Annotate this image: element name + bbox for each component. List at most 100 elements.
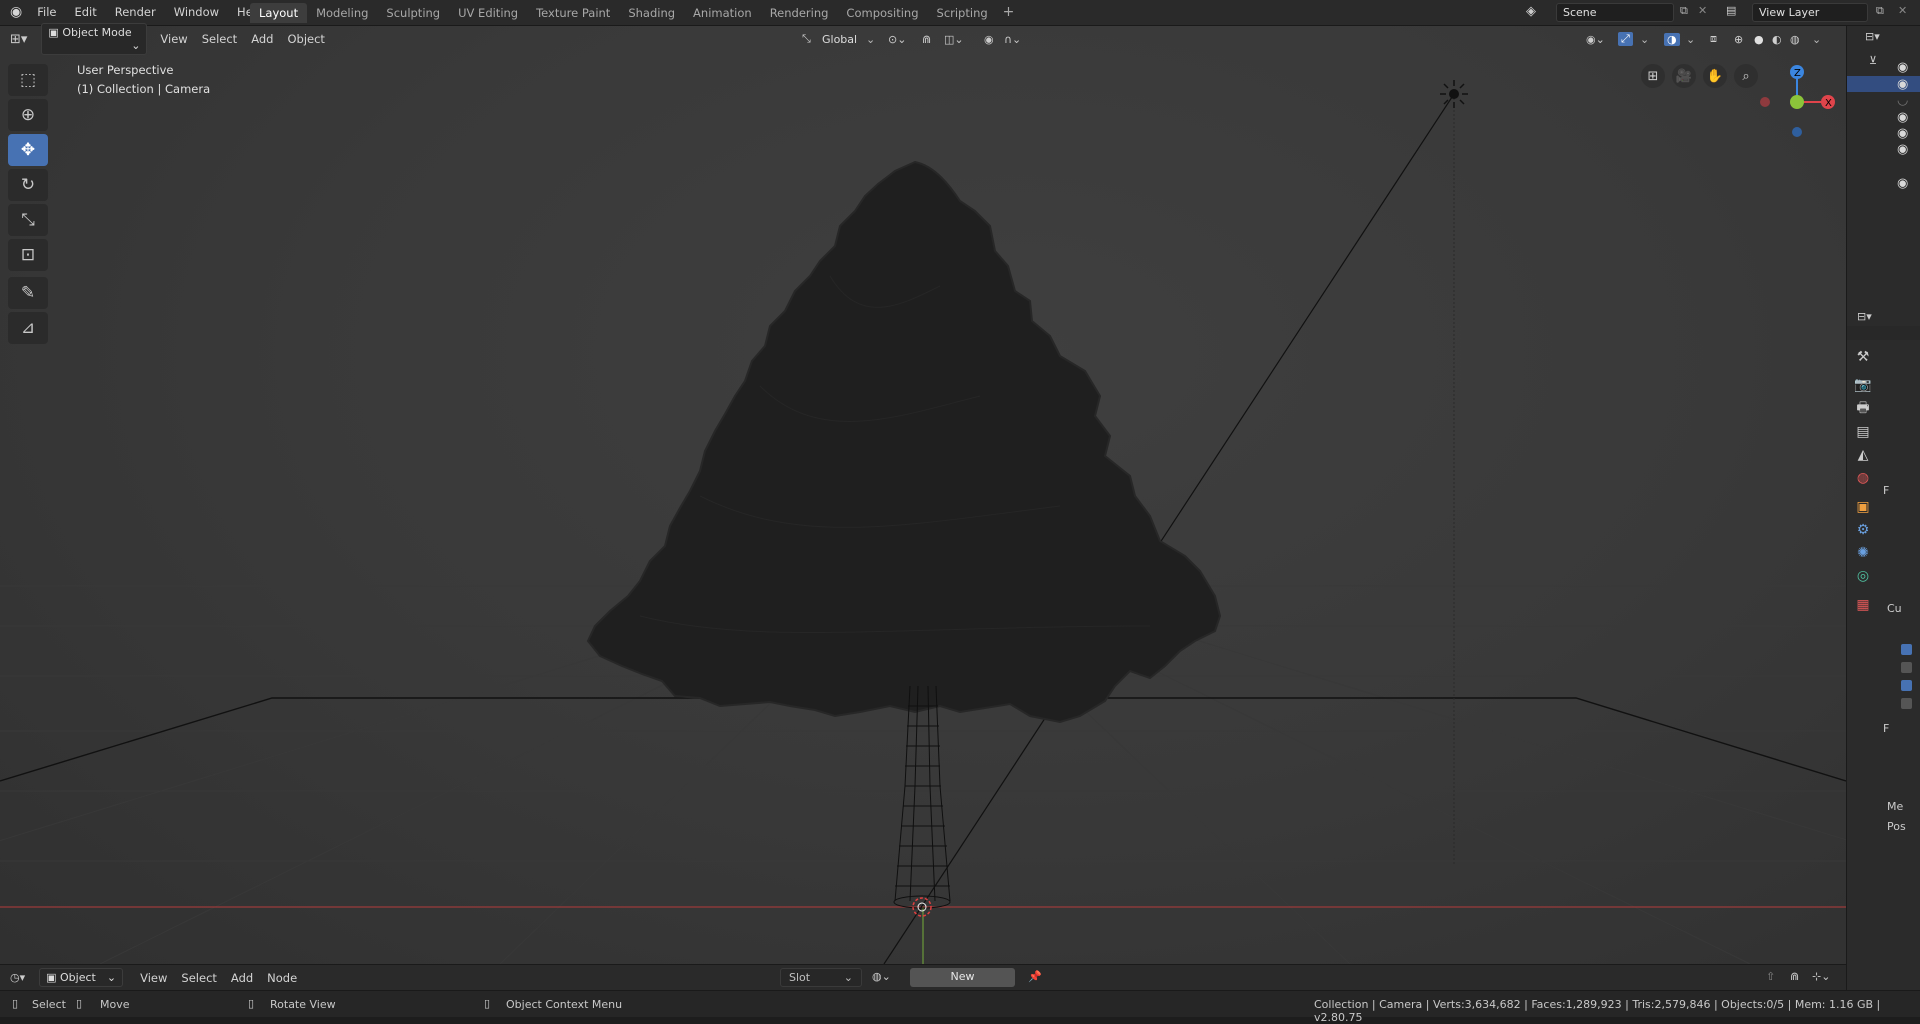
tool-properties-icon[interactable]: ⚒	[1851, 346, 1875, 368]
visibility-eye-hidden-icon[interactable]: ◡	[1897, 93, 1913, 109]
particles-properties-icon[interactable]: ✺	[1851, 542, 1875, 564]
gizmo-neg-x[interactable]	[1760, 97, 1770, 107]
select-box-tool-icon[interactable]: ⬚	[8, 64, 48, 96]
tab-compositing[interactable]: Compositing	[837, 3, 927, 23]
world-properties-icon[interactable]: ◍	[1851, 467, 1875, 489]
visibility-eye-icon[interactable]: ◉	[1897, 176, 1913, 192]
pine-tree-mesh[interactable]	[586, 160, 1222, 724]
shader-type-dropdown[interactable]: ▣ Object ⌄	[39, 968, 124, 987]
checkbox-checked[interactable]	[1901, 680, 1912, 691]
node-menu-add[interactable]: Add	[224, 971, 260, 985]
measure-tool-icon[interactable]: ⊿	[8, 312, 48, 344]
snap-mode-icon[interactable]: ⊹⌄	[1812, 970, 1830, 983]
shading-wireframe-icon[interactable]: ⊕	[1734, 33, 1743, 46]
panel-label-cu[interactable]: Cu	[1887, 602, 1902, 615]
view-layer-selector[interactable]: View Layer	[1752, 3, 1868, 22]
tab-layout[interactable]: Layout	[250, 3, 308, 23]
viewport-menu-add[interactable]: Add	[244, 32, 280, 46]
texture-properties-icon[interactable]: ▦	[1851, 594, 1875, 616]
parent-node-tree-icon[interactable]: ⇧	[1766, 970, 1775, 983]
blender-logo-icon[interactable]: ◉	[0, 4, 28, 20]
add-workspace-button[interactable]: +	[997, 3, 1021, 23]
editor-type-icon[interactable]: ⊞▾	[10, 32, 27, 47]
menu-window[interactable]: Window	[165, 5, 228, 19]
visibility-eye-icon[interactable]: ◉	[1897, 110, 1913, 126]
viewport-menu-object[interactable]: Object	[280, 32, 331, 46]
scene-selector[interactable]: Scene	[1556, 3, 1674, 22]
tab-rendering[interactable]: Rendering	[761, 3, 838, 23]
object-mode-dropdown[interactable]: ▣ Object Mode ⌄	[41, 23, 148, 55]
new-material-button[interactable]: New	[910, 968, 1015, 987]
tab-scripting[interactable]: Scripting	[928, 3, 997, 23]
tab-shading[interactable]: Shading	[619, 3, 684, 23]
falloff-icon[interactable]: ∩⌄	[1004, 33, 1021, 46]
tree-trunk-wireframe[interactable]	[893, 685, 951, 909]
visibility-icon[interactable]: ◉⌄	[1586, 33, 1605, 46]
overlay-toggle-icon[interactable]: ◑	[1664, 32, 1680, 46]
new-scene-icon[interactable]: ⧉	[1680, 4, 1688, 18]
pivot-point-icon[interactable]: ⊙⌄	[888, 33, 906, 46]
editor-type-icon[interactable]: ◷▾	[10, 971, 25, 984]
shading-solid-icon[interactable]: ●	[1754, 33, 1764, 46]
properties-panel[interactable]: ⊟▾ ⚒ 📷 🖶 ▤ ◭ ◍ ▣ ⚙ ✺ ◎ ▦ F F Cu Me Pos	[1847, 310, 1920, 990]
scene-icon[interactable]: ◈	[1526, 4, 1536, 19]
view-layer-properties-icon[interactable]: ▤	[1851, 421, 1875, 443]
gizmo-neg-z[interactable]	[1792, 127, 1802, 137]
proportional-edit-icon[interactable]: ◉	[984, 33, 994, 46]
scale-tool-icon[interactable]: ⤡	[8, 204, 48, 236]
node-menu-select[interactable]: Select	[174, 971, 223, 985]
menu-file[interactable]: File	[28, 5, 65, 19]
snap-icon[interactable]: ⋒	[1790, 970, 1799, 983]
shading-material-icon[interactable]: ◐	[1772, 33, 1782, 46]
material-browse-icon[interactable]: ◍⌄	[872, 970, 891, 983]
rotate-tool-icon[interactable]: ↻	[8, 169, 48, 201]
panel-label-me[interactable]: Me	[1887, 800, 1903, 813]
visibility-eye-icon[interactable]: ◉	[1897, 60, 1913, 76]
menu-render[interactable]: Render	[106, 5, 165, 19]
checkbox-checked[interactable]	[1901, 644, 1912, 655]
object-properties-icon[interactable]: ▣	[1851, 496, 1875, 518]
render-properties-icon[interactable]: 📷	[1851, 374, 1875, 396]
gizmo-y-axis[interactable]	[1790, 95, 1804, 109]
tab-modeling[interactable]: Modeling	[307, 3, 377, 23]
tab-animation[interactable]: Animation	[684, 3, 761, 23]
transform-orientation-icon[interactable]: ⤡	[802, 32, 811, 46]
pan-hand-icon[interactable]: ✋	[1703, 64, 1727, 88]
outliner-editor-icon[interactable]: ⊟▾	[1865, 30, 1880, 43]
gizmo-toggle-icon[interactable]: ⤢	[1618, 32, 1633, 46]
outliner-panel[interactable]: ⊟▾ ⊻ ◉ ◉ ◡ ◉ ◉ ◉ ◉	[1847, 26, 1920, 326]
delete-view-layer-icon[interactable]: ✕	[1898, 4, 1907, 17]
output-properties-icon[interactable]: 🖶	[1851, 398, 1875, 420]
transform-orientation-dropdown[interactable]: Global	[822, 33, 857, 46]
menu-edit[interactable]: Edit	[65, 5, 105, 19]
xray-toggle-icon[interactable]: ⧈	[1710, 32, 1717, 46]
visibility-eye-icon[interactable]: ◉	[1897, 77, 1913, 93]
pin-icon[interactable]: 📌	[1028, 970, 1042, 983]
node-menu-node[interactable]: Node	[260, 971, 304, 985]
checkbox-unchecked[interactable]	[1901, 698, 1912, 709]
visibility-eye-icon[interactable]: ◉	[1897, 142, 1913, 158]
panel-label-pos[interactable]: Pos	[1887, 820, 1906, 833]
sun-light-icon[interactable]	[1440, 80, 1468, 108]
modifier-properties-icon[interactable]: ⚙	[1851, 519, 1875, 541]
snap-target-icon[interactable]: ◫⌄	[944, 33, 964, 46]
viewport-menu-view[interactable]: View	[153, 32, 194, 46]
tab-sculpting[interactable]: Sculpting	[377, 3, 449, 23]
viewport-menu-select[interactable]: Select	[195, 32, 244, 46]
move-tool-icon[interactable]: ✥	[8, 134, 48, 166]
shading-rendered-icon[interactable]: ◍	[1790, 33, 1800, 46]
physics-properties-icon[interactable]: ◎	[1851, 565, 1875, 587]
tab-texture-paint[interactable]: Texture Paint	[527, 3, 619, 23]
tab-uv-editing[interactable]: UV Editing	[449, 3, 527, 23]
scene-properties-icon[interactable]: ◭	[1851, 444, 1875, 466]
visibility-eye-icon[interactable]: ◉	[1897, 126, 1913, 142]
snap-icon[interactable]: ⋒	[922, 33, 931, 46]
toggle-grid-icon[interactable]: ⊞	[1641, 64, 1665, 88]
3d-viewport[interactable]	[0, 26, 1846, 964]
new-view-layer-icon[interactable]: ⧉	[1876, 4, 1884, 18]
transform-tool-icon[interactable]: ⊡	[8, 239, 48, 271]
filter-icon[interactable]: ⊻	[1869, 54, 1877, 67]
slot-dropdown[interactable]: Slot ⌄	[780, 968, 862, 987]
delete-scene-icon[interactable]: ✕	[1698, 4, 1707, 17]
navigation-gizmo[interactable]: Z X	[1750, 60, 1840, 150]
